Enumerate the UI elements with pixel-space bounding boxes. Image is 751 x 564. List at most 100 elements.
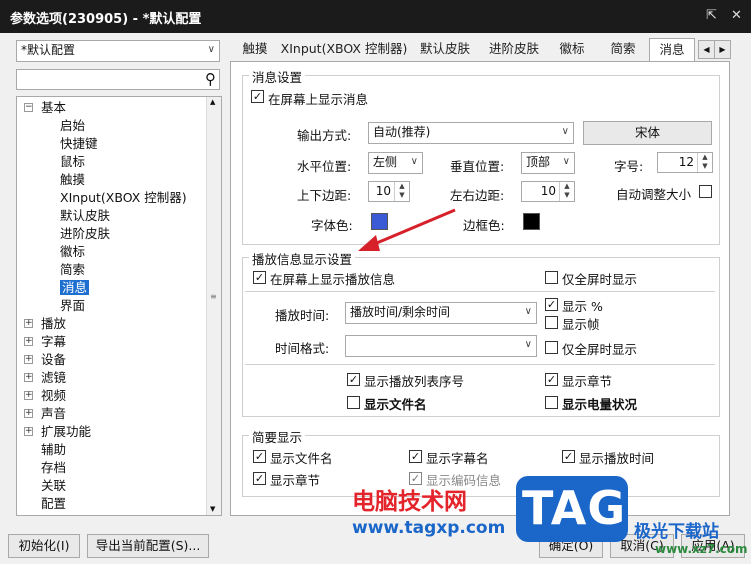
chevron-down-icon: ∨ <box>524 306 532 317</box>
show-frames-checkbox[interactable] <box>545 316 558 329</box>
search-icon[interactable]: ⚲ <box>205 70 216 88</box>
font-button[interactable]: 宋体 <box>583 121 712 145</box>
spinner-arrows-icon[interactable]: ▲ ▼ <box>394 182 409 201</box>
tree-item[interactable]: 界面 <box>60 297 85 314</box>
title-bar[interactable]: 参数选项(230905) - *默认配置 ⇱ ✕ <box>0 0 751 33</box>
tree-item[interactable]: 配置 <box>41 495 66 512</box>
fontsize-spinner[interactable]: 12 ▲ ▼ <box>657 152 713 173</box>
tree-item[interactable]: 鼠标 <box>60 153 85 170</box>
tree-item-label: 关联 <box>41 478 67 493</box>
tree-item[interactable]: 播放 <box>41 315 66 332</box>
tree-item[interactable]: 徽标 <box>60 243 85 260</box>
tree-item-label: 启始 <box>60 118 86 133</box>
tree-item[interactable]: 简索 <box>60 261 85 278</box>
expand-icon[interactable]: + <box>24 391 33 400</box>
show-playinfo-checkbox[interactable]: ✓ <box>253 271 266 284</box>
close-icon[interactable]: ✕ <box>731 8 742 23</box>
tree-item-label: 辅助 <box>41 442 67 457</box>
brief-playtime-checkbox[interactable]: ✓ <box>562 450 575 463</box>
tree-item[interactable]: 快捷键 <box>60 135 98 152</box>
tab-brief[interactable]: 简索 <box>605 38 641 60</box>
brief-chapter-checkbox[interactable]: ✓ <box>253 472 266 485</box>
vmargin-spinner[interactable]: 10 ▲ ▼ <box>368 181 410 202</box>
show-chapter-checkbox[interactable]: ✓ <box>545 373 558 386</box>
pin-icon[interactable]: ⇱ <box>706 8 717 23</box>
profile-combo-value: *默认配置 <box>21 43 76 57</box>
play-time-label: 播放时间: <box>275 308 330 323</box>
tree-item[interactable]: 触摸 <box>60 171 85 188</box>
window-title: 参数选项(230905) - *默认配置 <box>10 12 202 27</box>
spinner-arrows-icon[interactable]: ▲ ▼ <box>559 182 574 201</box>
tree-item[interactable]: XInput(XBOX 控制器) <box>60 189 187 206</box>
tab-logo[interactable]: 徽标 <box>554 38 590 60</box>
tab-scroll-left-icon[interactable]: ◀ <box>698 40 715 59</box>
show-filename-label: 显示文件名 <box>364 397 427 412</box>
site-url-watermark: www.xz7.com <box>655 542 748 556</box>
init-button[interactable]: 初始化(I) <box>8 534 80 558</box>
fullscreen-only-checkbox[interactable] <box>545 271 558 284</box>
export-button[interactable]: 导出当前配置(S)... <box>87 534 209 558</box>
tree-item[interactable]: 扩展功能 <box>41 423 91 440</box>
tree-item[interactable]: 滤镜 <box>41 369 66 386</box>
tree-item[interactable]: 关联 <box>41 477 66 494</box>
autosize-checkbox[interactable] <box>699 185 712 198</box>
hmargin-spinner[interactable]: 10 ▲ ▼ <box>521 181 575 202</box>
scroll-up-icon[interactable]: ▲ <box>210 98 215 106</box>
brief-subname-checkbox[interactable]: ✓ <box>409 450 422 463</box>
profile-combo[interactable]: *默认配置 ∨ <box>16 40 220 62</box>
tree-item[interactable]: 基本 <box>41 99 66 116</box>
fullscreen-only-label: 仅全屏时显示 <box>562 272 638 287</box>
tree-item[interactable]: 默认皮肤 <box>60 207 110 224</box>
show-filename-checkbox[interactable] <box>347 396 360 409</box>
tab-advanced-skin[interactable]: 进阶皮肤 <box>482 38 546 60</box>
scroll-grip-icon[interactable]: ≡ <box>210 292 217 301</box>
tree-item-label: 滤镜 <box>41 370 67 385</box>
play-time-combo[interactable]: 播放时间/剩余时间 ∨ <box>345 302 537 324</box>
tab-default-skin[interactable]: 默认皮肤 <box>413 38 477 60</box>
tree-item-label: 简索 <box>60 262 86 277</box>
chevron-down-icon: ∨ <box>562 156 570 167</box>
tree-item-label: 配置 <box>41 496 67 511</box>
time-format-combo[interactable]: ∨ <box>345 335 537 357</box>
tree-item[interactable]: 辅助 <box>41 441 66 458</box>
expand-icon[interactable]: + <box>24 355 33 364</box>
expand-icon[interactable]: + <box>24 319 33 328</box>
expand-icon[interactable]: + <box>24 373 33 382</box>
fullscreen-only2-checkbox[interactable] <box>545 341 558 354</box>
output-combo[interactable]: 自动(推荐) ∨ <box>368 122 574 144</box>
tree-item[interactable]: 进阶皮肤 <box>60 225 110 242</box>
tree-item[interactable]: 存档 <box>41 459 66 476</box>
scroll-down-icon[interactable]: ▼ <box>210 505 215 513</box>
hpos-combo[interactable]: 左侧 ∨ <box>368 152 423 174</box>
expand-icon[interactable]: + <box>24 409 33 418</box>
tab-messages[interactable]: 消息 <box>649 38 695 62</box>
show-message-checkbox[interactable]: ✓ <box>251 90 264 103</box>
show-playinfo-label: 在屏幕上显示播放信息 <box>270 272 396 287</box>
show-percent-checkbox[interactable]: ✓ <box>545 298 558 311</box>
fullscreen-only2-label: 仅全屏时显示 <box>562 342 638 357</box>
expand-icon[interactable]: + <box>24 427 33 436</box>
tab-scroll-right-icon[interactable]: ▶ <box>714 40 731 59</box>
tree-item[interactable]: 设备 <box>41 351 66 368</box>
tab-touch[interactable]: 触摸 <box>235 38 275 60</box>
show-battery-checkbox[interactable] <box>545 396 558 409</box>
bordercolor-swatch[interactable] <box>523 213 540 230</box>
brief-filename-checkbox[interactable]: ✓ <box>253 450 266 463</box>
tree-item[interactable]: 声音 <box>41 405 66 422</box>
spinner-arrows-icon[interactable]: ▲ ▼ <box>697 153 712 172</box>
output-combo-value: 自动(推荐) <box>373 125 431 139</box>
tree-item[interactable]: 属性 <box>41 513 66 515</box>
show-playlist-no-checkbox[interactable]: ✓ <box>347 373 360 386</box>
expand-icon[interactable]: + <box>24 337 33 346</box>
tree-item[interactable]: 视频 <box>41 387 66 404</box>
tree-item[interactable]: 启始 <box>60 117 85 134</box>
tree-scrollbar[interactable]: ▲ ≡ ▼ <box>206 97 221 515</box>
tree-item[interactable]: 字幕 <box>41 333 66 350</box>
show-message-label: 在屏幕上显示消息 <box>268 92 369 107</box>
tree-item[interactable]: 消息 <box>60 279 90 296</box>
search-input[interactable]: ⚲ <box>16 69 220 90</box>
vpos-combo[interactable]: 顶部 ∨ <box>521 152 575 174</box>
tree-item-label: 扩展功能 <box>41 424 92 439</box>
tab-xinput[interactable]: XInput(XBOX 控制器) <box>280 38 408 60</box>
collapse-icon[interactable]: − <box>24 103 33 112</box>
